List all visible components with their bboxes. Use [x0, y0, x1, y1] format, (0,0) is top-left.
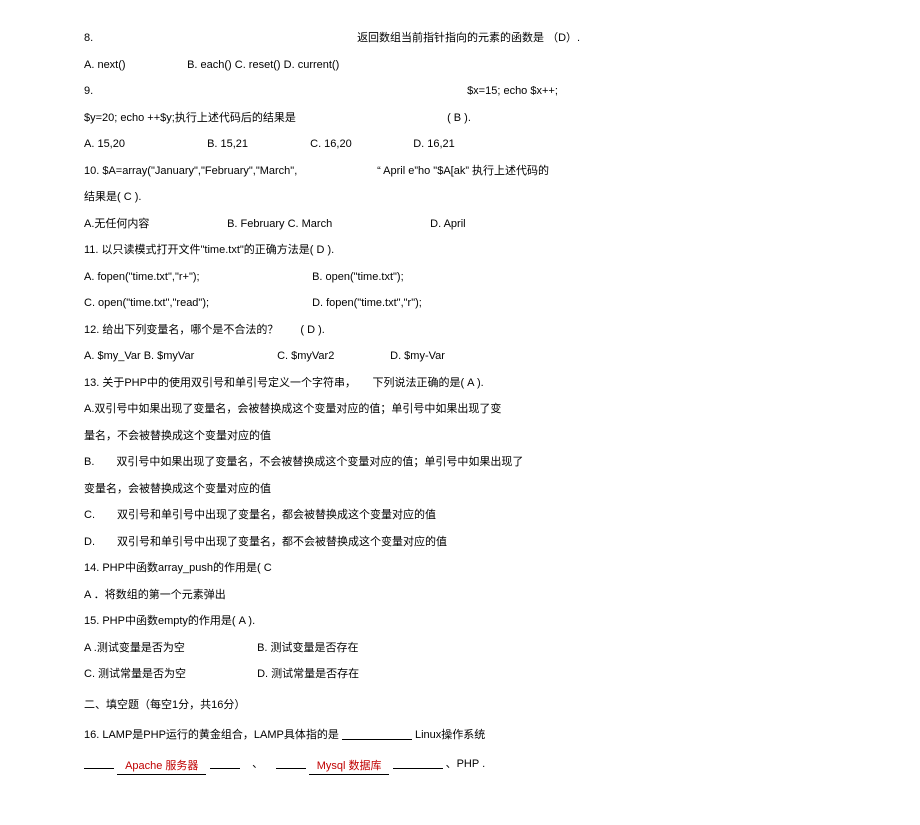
- q15-stem: 15. PHP中函数empty的作用是( A ).: [84, 613, 836, 630]
- q11-optrow2: C. open("time.txt","read"); D. fopen("ti…: [84, 295, 836, 312]
- q10-row2: 结果是( C ).: [84, 189, 836, 206]
- q13-optB-line1: B. 双引号中如果出现了变量名，不会被替换成这个变量对应的值；单引号中如果出现了: [84, 454, 836, 471]
- q9-stem2: $y=20; echo ++$y;执行上述代码后的结果是: [84, 110, 444, 127]
- q13-optA-line1: A.双引号中如果出现了变量名，会被替换成这个变量对应的值；单引号中如果出现了变: [84, 401, 836, 418]
- q9-optC: C. 16,20: [310, 136, 410, 153]
- q11-optD: D. fopen("time.txt","r");: [312, 295, 422, 312]
- q16-blank-mid1: [210, 756, 240, 769]
- q9-optB: B. 15,21: [207, 136, 307, 153]
- q11-optA: A. fopen("time.txt","r+");: [84, 269, 309, 286]
- q10-optA: A.无任何内容: [84, 216, 224, 233]
- q12-optC: C. $myVar2: [277, 348, 387, 365]
- q10-options-row: A.无任何内容 B. February C. March D. April: [84, 216, 836, 233]
- q9-options-row: A. 15,20 B. 15,21 C. 16,20 D. 16,21: [84, 136, 836, 153]
- q11-optC: C. open("time.txt","read");: [84, 295, 309, 312]
- q16-answer2: Mysql 数据库: [309, 758, 390, 776]
- q9-row2: $y=20; echo ++$y;执行上述代码后的结果是 ( B ).: [84, 110, 836, 127]
- q11-stem: 11. 以只读模式打开文件"time.txt"的正确方法是( D ).: [84, 242, 836, 259]
- q8-stem: 返回数组当前指针指向的元素的函数是 （D）.: [357, 30, 580, 47]
- q8-options-row: A. next() B. each() C. reset() D. curren…: [84, 57, 836, 74]
- q15-optD: D. 测试常量是否存在: [257, 666, 359, 683]
- section2-title: 二、填空题（每空1分，共16分）: [84, 697, 836, 714]
- q16-blank1: [342, 727, 412, 740]
- q13-optB-line2: 变量名，会被替换成这个变量对应的值: [84, 481, 836, 498]
- q11-optB: B. open("time.txt");: [312, 269, 404, 286]
- q13-stem: 13. 关于PHP中的使用双引号和单引号定义一个字符串， 下列说法正确的是( A…: [84, 375, 836, 392]
- q16-row1: 16. LAMP是PHP运行的黄金组合，LAMP具体指的是 Linux操作系统: [84, 727, 836, 746]
- q13-optA-line2: 量名，不会被替换成这个变量对应的值: [84, 428, 836, 445]
- q9-optD: D. 16,21: [413, 136, 455, 153]
- q14-stem: 14. PHP中函数array_push的作用是( C: [84, 560, 836, 577]
- q8-stem-row: 8. 返回数组当前指针指向的元素的函数是 （D）.: [84, 30, 836, 47]
- q16-blank-tail: [393, 756, 443, 769]
- q9-answer: ( B ).: [447, 110, 471, 127]
- q10-optBC: B. February C. March: [227, 216, 427, 233]
- q15-optrow1: A .测试变量是否为空 B. 测试变量是否存在: [84, 640, 836, 657]
- q15-optA: A .测试变量是否为空: [84, 640, 254, 657]
- q9-code-right: $x=15; echo $x++;: [467, 83, 558, 100]
- q8-optBCD: B. each() C. reset() D. current(): [187, 57, 339, 74]
- q15-optC: C. 测试常量是否为空: [84, 666, 254, 683]
- q16-p1: 16. LAMP是PHP运行的黄金组合，LAMP具体指的是: [84, 727, 339, 744]
- q10-result: 结果是( C ).: [84, 189, 141, 206]
- q16-row2: Apache 服务器 、 Mysql 数据库 、PHP .: [84, 756, 836, 776]
- q16-blank-lead: [84, 756, 114, 769]
- q16-answer1: Apache 服务器: [117, 758, 206, 776]
- q8-optA: A. next(): [84, 57, 184, 74]
- q10-row1b: “ April e”ho "$A[ak” 执行上述代码的: [377, 163, 549, 180]
- q12-options-row: A. $my_Var B. $myVar C. $myVar2 D. $my-V…: [84, 348, 836, 365]
- q9-number: 9.: [84, 83, 464, 100]
- q10-optD: D. April: [430, 216, 465, 233]
- q16-dot1: 、: [243, 756, 273, 773]
- q15-optB: B. 测试变量是否存在: [257, 640, 358, 657]
- q10-row1: 10. $A=array("January","February","March…: [84, 163, 836, 180]
- q12-optD: D. $my-Var: [390, 348, 445, 365]
- q12-stem: 12. 给出下列变量名，哪个是不合法的？ ( D ).: [84, 322, 836, 339]
- document-page: 8. 返回数组当前指针指向的元素的函数是 （D）. A. next() B. e…: [0, 0, 920, 825]
- q13-optC: C. 双引号和单引号中出现了变量名，都会被替换成这个变量对应的值: [84, 507, 836, 524]
- q9-row1: 9. $x=15; echo $x++;: [84, 83, 836, 100]
- q9-optA: A. 15,20: [84, 136, 204, 153]
- q13-optD: D. 双引号和单引号中出现了变量名，都不会被替换成这个变量对应的值: [84, 534, 836, 551]
- q8-number: 8.: [84, 30, 354, 47]
- q16-p2: Linux操作系统: [415, 727, 485, 744]
- q16-tail: 、PHP .: [446, 756, 486, 773]
- q11-optrow1: A. fopen("time.txt","r+"); B. open("time…: [84, 269, 836, 286]
- q16-blank-mid2: [276, 756, 306, 769]
- q14-optA: A ．将数组的第一个元素弹出: [84, 587, 836, 604]
- q15-optrow2: C. 测试常量是否为空 D. 测试常量是否存在: [84, 666, 836, 683]
- q10-row1a: 10. $A=array("January","February","March…: [84, 163, 374, 180]
- q12-optAB: A. $my_Var B. $myVar: [84, 348, 274, 365]
